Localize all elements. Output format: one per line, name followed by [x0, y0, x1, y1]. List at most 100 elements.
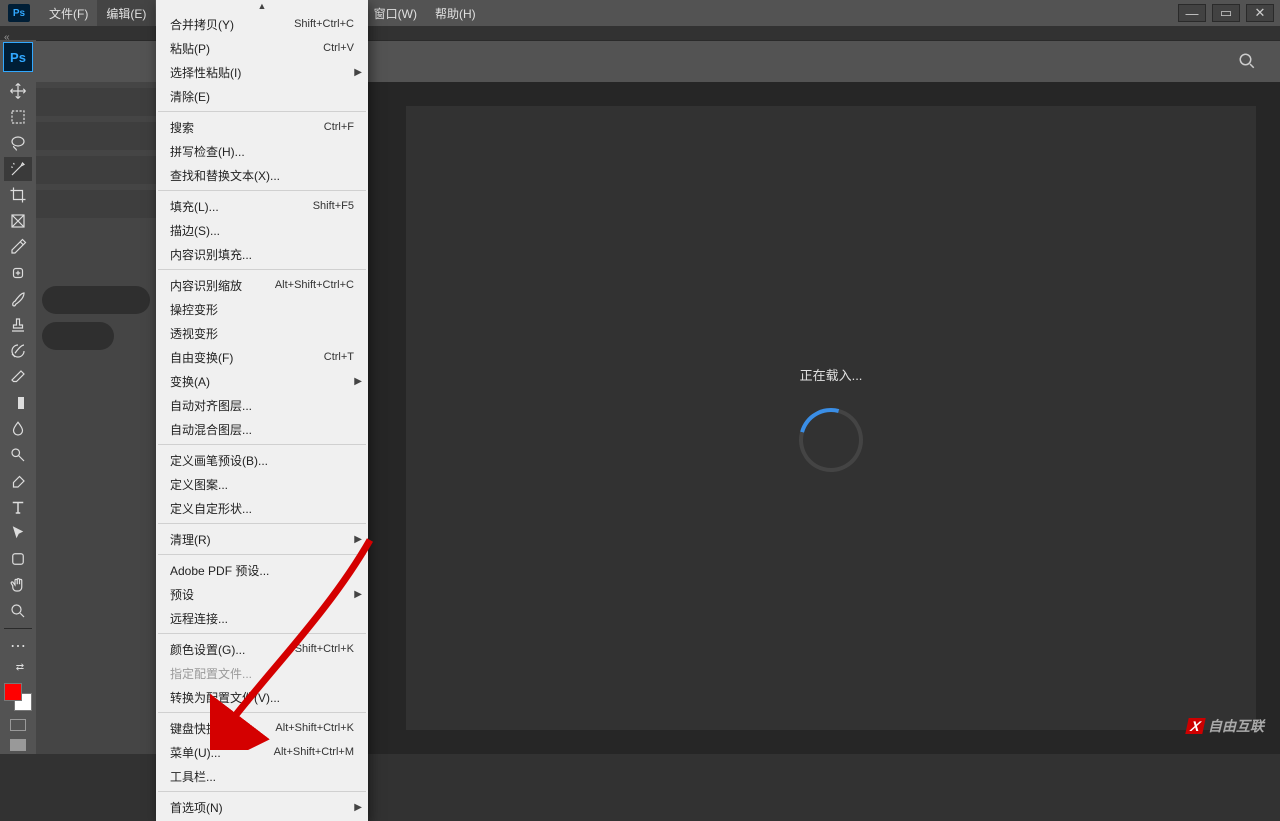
menu-item[interactable]: 预设 ▶ — [156, 582, 368, 606]
menu-item-label: 自由变换(F) — [170, 349, 233, 366]
maximize-button[interactable]: ▭ — [1212, 4, 1240, 22]
color-swatches[interactable] — [4, 683, 32, 711]
watermark-text: 自由互联 — [1208, 716, 1264, 736]
menu-item-label: 远程连接... — [170, 610, 228, 627]
edit-menu-dropdown: ▲合并拷贝(Y)Shift+Ctrl+C粘贴(P)Ctrl+V选择性粘贴(I)▶… — [156, 0, 368, 821]
lasso-tool-icon[interactable] — [4, 131, 32, 155]
pen-tool-icon[interactable] — [4, 469, 32, 493]
menu-shortcut: Ctrl+T — [324, 351, 354, 363]
submenu-arrow-icon: ▶ — [354, 589, 362, 600]
menu-item[interactable]: 自由变换(F) Ctrl+T — [156, 345, 368, 369]
menu-item[interactable]: 合并拷贝(Y)Shift+Ctrl+C — [156, 12, 368, 36]
menu-item-label: 清理(R) — [170, 531, 211, 548]
menu-item[interactable]: 转换为配置文件(V)... — [156, 685, 368, 709]
menu-item-label: 首选项(N) — [170, 799, 223, 816]
menu-item-label: 查找和替换文本(X)... — [170, 167, 280, 184]
menu-item[interactable]: 透视变形 — [156, 321, 368, 345]
screenmode-icon[interactable] — [10, 739, 26, 751]
magic-wand-tool-icon[interactable] — [4, 157, 32, 181]
menu-item[interactable]: 窗口(W) — [365, 0, 426, 26]
menu-item[interactable]: 查找和替换文本(X)... — [156, 163, 368, 187]
menu-item[interactable]: 首选项(N) ▶ — [156, 795, 368, 819]
eyedropper-tool-icon[interactable] — [4, 235, 32, 259]
quickmask-icon[interactable] — [10, 719, 26, 731]
marquee-tool-icon[interactable] — [4, 105, 32, 129]
menu-shortcut: Shift+F5 — [313, 200, 354, 212]
menu-item[interactable]: 键盘快捷键... Alt+Shift+Ctrl+K — [156, 716, 368, 740]
menu-item[interactable]: 内容识别缩放Alt+Shift+Ctrl+C — [156, 273, 368, 297]
menu-item[interactable]: 清除(E) — [156, 84, 368, 108]
menu-item-label: 键盘快捷键... — [170, 720, 240, 737]
menu-item[interactable]: 文件(F) — [40, 0, 97, 26]
swap-colors-icon[interactable]: ⇄ — [6, 660, 34, 674]
menu-item-label: 描边(S)... — [170, 222, 220, 239]
menu-item-label: Adobe PDF 预设... — [170, 562, 269, 579]
menu-item[interactable]: 工具栏... — [156, 764, 368, 788]
menu-item-label: 预设 — [170, 586, 194, 603]
menu-item-label: 定义自定形状... — [170, 500, 252, 517]
menu-item-label: 填充(L)... — [170, 198, 219, 215]
path-select-tool-icon[interactable] — [4, 521, 32, 545]
menu-item-label: 操控变形 — [170, 301, 218, 318]
menu-scroll-up[interactable]: ▲ — [156, 0, 368, 12]
menu-item[interactable]: 自动混合图层... — [156, 417, 368, 441]
menu-item[interactable]: 操控变形 — [156, 297, 368, 321]
eraser-tool-icon[interactable] — [4, 365, 32, 389]
app-badge: Ps — [8, 4, 30, 22]
foreground-color[interactable] — [4, 683, 22, 701]
submenu-arrow-icon: ▶ — [354, 802, 362, 813]
menu-item[interactable]: 定义画笔预设(B)... — [156, 448, 368, 472]
ellipsis-icon[interactable]: ⋯ — [4, 634, 32, 658]
menu-item[interactable]: 自动对齐图层... — [156, 393, 368, 417]
history-brush-tool-icon[interactable] — [4, 339, 32, 363]
search-icon[interactable] — [1238, 52, 1256, 75]
menu-item[interactable]: 远程连接... — [156, 606, 368, 630]
gradient-tool-icon[interactable] — [4, 391, 32, 415]
shape-tool-icon[interactable] — [4, 547, 32, 571]
menu-item[interactable]: 搜索Ctrl+F — [156, 115, 368, 139]
menu-item[interactable]: 定义图案... — [156, 472, 368, 496]
blur-tool-icon[interactable] — [4, 417, 32, 441]
menu-item-label: 粘贴(P) — [170, 40, 210, 57]
menu-shortcut: Ctrl+V — [323, 42, 354, 54]
crop-tool-icon[interactable] — [4, 183, 32, 207]
type-tool-icon[interactable] — [4, 495, 32, 519]
menu-item[interactable]: 菜单(U)...Alt+Shift+Ctrl+M — [156, 740, 368, 764]
menu-shortcut: Alt+Shift+Ctrl+K — [275, 722, 354, 734]
menu-item[interactable]: 填充(L)... Shift+F5 — [156, 194, 368, 218]
watermark: X 自由互联 — [1187, 716, 1264, 736]
brush-tool-icon[interactable] — [4, 287, 32, 311]
menu-item[interactable]: 清理(R)▶ — [156, 527, 368, 551]
menu-item[interactable]: 拼写检查(H)... — [156, 139, 368, 163]
menu-item[interactable]: 粘贴(P) Ctrl+V — [156, 36, 368, 60]
menu-item[interactable]: 帮助(H) — [426, 0, 485, 26]
menu-item-label: 定义画笔预设(B)... — [170, 452, 268, 469]
watermark-badge: X — [1185, 718, 1206, 734]
menu-item[interactable]: 定义自定形状... — [156, 496, 368, 520]
menu-item[interactable]: 颜色设置(G)...Shift+Ctrl+K — [156, 637, 368, 661]
menu-item[interactable]: 描边(S)... — [156, 218, 368, 242]
menu-shortcut: Shift+Ctrl+C — [294, 18, 354, 30]
menu-item[interactable]: 内容识别填充... — [156, 242, 368, 266]
menu-item[interactable]: 选择性粘贴(I)▶ — [156, 60, 368, 84]
menu-item-label: 选择性粘贴(I) — [170, 64, 241, 81]
menu-shortcut: Ctrl+F — [324, 121, 354, 133]
frame-tool-icon[interactable] — [4, 209, 32, 233]
healing-tool-icon[interactable] — [4, 261, 32, 285]
dodge-tool-icon[interactable] — [4, 443, 32, 467]
menu-item-label: 内容识别填充... — [170, 246, 252, 263]
menu-item[interactable]: Adobe PDF 预设... — [156, 558, 368, 582]
move-tool-icon[interactable] — [4, 79, 32, 103]
stamp-tool-icon[interactable] — [4, 313, 32, 337]
hand-tool-icon[interactable] — [4, 573, 32, 597]
ps-logo-icon: Ps — [3, 42, 33, 72]
menu-item[interactable]: 编辑(E) — [97, 0, 155, 26]
zoom-tool-icon[interactable] — [4, 599, 32, 623]
minimize-button[interactable]: — — [1178, 4, 1206, 22]
menu-shortcut: Shift+Ctrl+K — [295, 643, 354, 655]
menu-item[interactable]: 变换(A)▶ — [156, 369, 368, 393]
menu-item-label: 内容识别缩放 — [170, 277, 242, 294]
close-button[interactable]: ✕ — [1246, 4, 1274, 22]
menu-item-label: 菜单(U)... — [170, 744, 221, 761]
menu-item-label: 定义图案... — [170, 476, 228, 493]
